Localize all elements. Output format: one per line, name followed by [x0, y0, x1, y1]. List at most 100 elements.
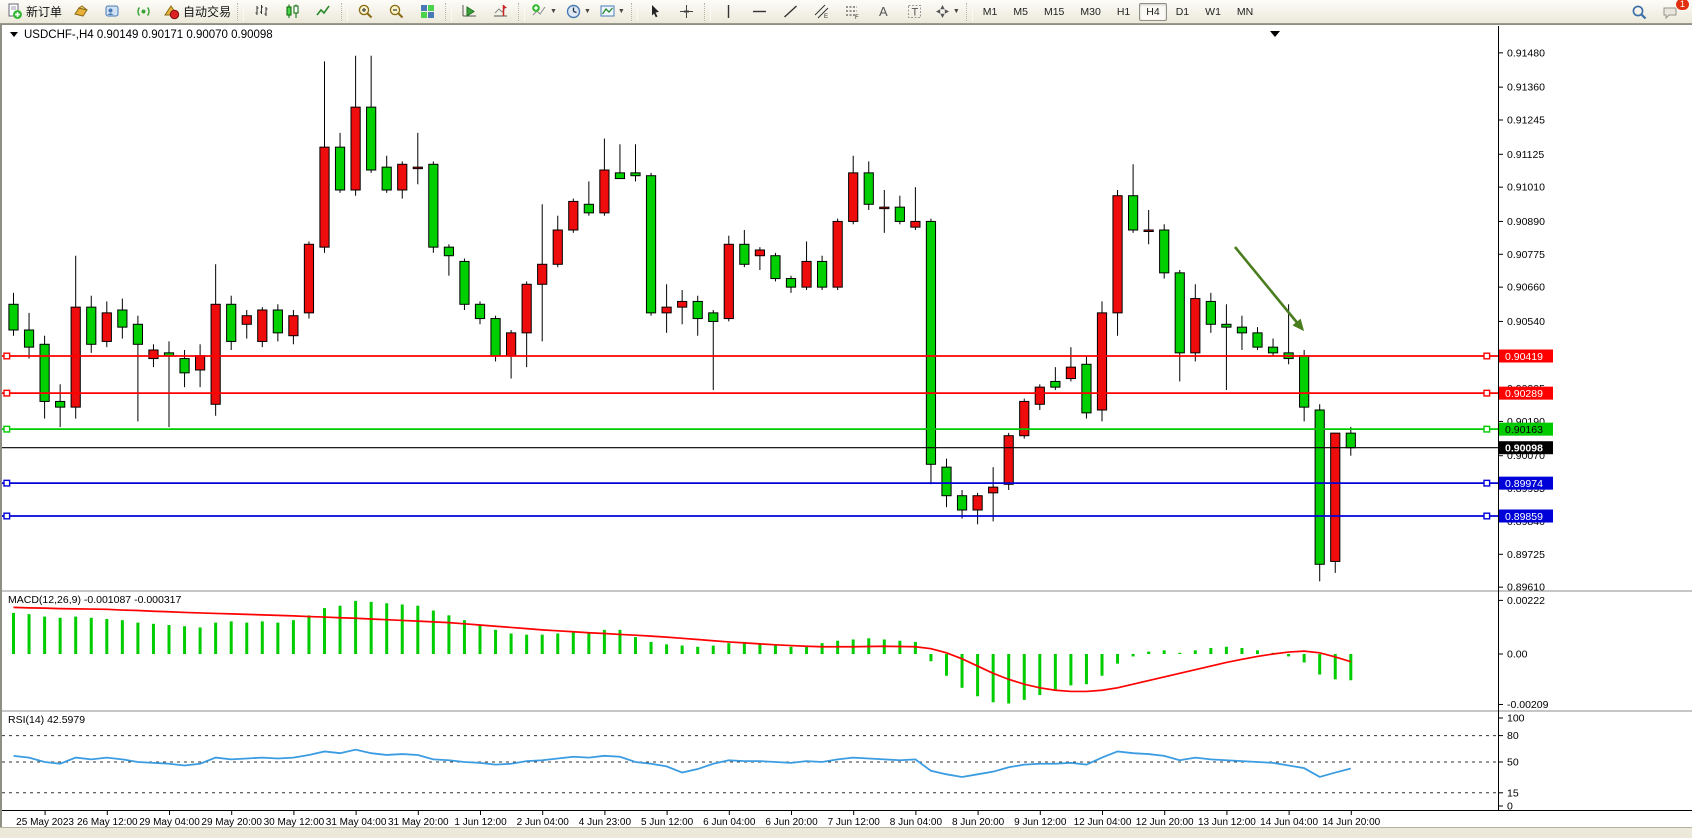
- tile-windows-button[interactable]: [413, 1, 442, 23]
- candle: [724, 236, 733, 322]
- signals-button[interactable]: [129, 1, 158, 23]
- trendline-tool[interactable]: [776, 1, 805, 23]
- zoomin-icon: [357, 3, 374, 20]
- notification-badge: 1: [1675, 0, 1690, 11]
- chart-shift-button[interactable]: [486, 1, 515, 23]
- indicators-button[interactable]: ▼: [528, 1, 560, 23]
- textt-icon: T: [906, 3, 923, 20]
- candle: [833, 219, 842, 290]
- timeframe-w1[interactable]: W1: [1198, 3, 1228, 21]
- line-handle-right[interactable]: [1484, 480, 1490, 486]
- svg-text:0.89974: 0.89974: [1505, 478, 1543, 490]
- line-handle-left[interactable]: [4, 353, 10, 359]
- new-order-button[interactable]: 新订单: [3, 1, 65, 23]
- text-label-tool[interactable]: T: [900, 1, 929, 23]
- market-icon: [104, 3, 121, 20]
- candle: [1315, 404, 1324, 581]
- search-button[interactable]: [1625, 1, 1654, 23]
- shift-icon: [492, 3, 509, 20]
- candle: [1082, 356, 1091, 419]
- arrows-icon: [934, 3, 951, 20]
- svg-text:F: F: [855, 15, 859, 20]
- zoom-out-button[interactable]: [382, 1, 411, 23]
- fibonacci-tool[interactable]: F: [838, 1, 867, 23]
- timeframe-mn[interactable]: MN: [1230, 3, 1260, 21]
- svg-text:0.90098: 0.90098: [1505, 443, 1543, 455]
- line-handle-right[interactable]: [1484, 513, 1490, 519]
- vertical-line-tool[interactable]: [714, 1, 743, 23]
- templates-button[interactable]: ▼: [596, 1, 628, 23]
- line-chart-button[interactable]: [309, 1, 338, 23]
- candle: [491, 316, 500, 362]
- chart-window: 0.914800.913600.912450.911250.910100.908…: [0, 24, 1692, 838]
- candle: [227, 296, 236, 350]
- auto-trading-button[interactable]: 自动交易: [160, 1, 234, 23]
- toolbar-separator: [237, 3, 244, 21]
- price-tick-label: 0.90540: [1507, 316, 1545, 328]
- support-line-blue-2-tag: 0.89859: [1499, 510, 1553, 523]
- bar-chart-button[interactable]: [247, 1, 276, 23]
- price-tick-label: 0.90890: [1507, 216, 1545, 228]
- zoomout-icon: [388, 3, 405, 20]
- notifications-button[interactable]: 1: [1656, 1, 1685, 23]
- line-handle-left[interactable]: [4, 390, 10, 396]
- macd-axis-label: 0.00222: [1507, 595, 1545, 607]
- autoscroll-icon: [461, 3, 478, 20]
- timeframe-m30[interactable]: M30: [1073, 3, 1107, 21]
- periods-button[interactable]: ▼: [562, 1, 594, 23]
- candlestick-chart-button[interactable]: [278, 1, 307, 23]
- cursor-icon: [647, 3, 664, 20]
- line-handle-right[interactable]: [1484, 390, 1490, 396]
- crosshair-tool-button[interactable]: [672, 1, 701, 23]
- candle: [258, 307, 267, 347]
- timeframe-m1[interactable]: M1: [976, 3, 1005, 21]
- line-handle-right[interactable]: [1484, 353, 1490, 359]
- price-tick-label: 0.91010: [1507, 182, 1545, 194]
- arrows-tool[interactable]: ▼: [931, 1, 963, 23]
- candle: [1160, 224, 1169, 278]
- timeframe-m15[interactable]: M15: [1037, 3, 1071, 21]
- template-icon: [599, 3, 616, 20]
- svg-text:0.90419: 0.90419: [1505, 351, 1543, 363]
- svg-text:T: T: [911, 7, 918, 19]
- rsi-axis-label: 80: [1507, 730, 1519, 742]
- candle: [460, 259, 469, 310]
- line-handle-right[interactable]: [1484, 426, 1490, 432]
- text-tool[interactable]: A: [869, 1, 898, 23]
- auto-scroll-button[interactable]: [455, 1, 484, 23]
- equidistant-channel-tool[interactable]: E: [807, 1, 836, 23]
- candle: [926, 219, 935, 485]
- timeframe-m5[interactable]: M5: [1006, 3, 1035, 21]
- candle: [1020, 399, 1029, 439]
- rsi-axis-label: 50: [1507, 757, 1519, 769]
- resistance-line-2-tag: 0.90289: [1499, 387, 1553, 400]
- rsi-axis-label: 100: [1507, 713, 1525, 725]
- channel-icon: E: [813, 3, 830, 20]
- horizontal-line-tool[interactable]: [745, 1, 774, 23]
- timeframe-h4[interactable]: H4: [1139, 3, 1166, 21]
- line-handle-left[interactable]: [4, 513, 10, 519]
- clock-icon: [565, 3, 582, 20]
- resistance-line-1-tag: 0.90419: [1499, 350, 1553, 363]
- price-tick-label: 0.89610: [1507, 582, 1545, 594]
- market-watch-button[interactable]: [98, 1, 127, 23]
- zoom-in-button[interactable]: [351, 1, 380, 23]
- toolbar-separator: [631, 3, 638, 21]
- dropdown-arrow-icon: ▼: [584, 8, 591, 15]
- chart-canvas[interactable]: 0.914800.913600.912450.911250.910100.908…: [2, 24, 1692, 838]
- candle: [1331, 433, 1340, 573]
- candles-icon: [284, 3, 301, 20]
- macd-axis-label: 0.00: [1507, 649, 1528, 661]
- line-handle-left[interactable]: [4, 426, 10, 432]
- line-handle-left[interactable]: [4, 480, 10, 486]
- svg-text:USDCHF-,H4 0.90149 0.90171 0.: USDCHF-,H4 0.90149 0.90171 0.90070 0.900…: [24, 29, 273, 41]
- bars-icon: [253, 3, 270, 20]
- svg-text:MACD(12,26,9) -0.001087 -0.000: MACD(12,26,9) -0.001087 -0.000317: [8, 594, 182, 606]
- dropdown-arrow-icon: ▼: [953, 8, 960, 15]
- gold-chart-button[interactable]: [67, 1, 96, 23]
- indicators-icon: [531, 3, 548, 20]
- timeframe-d1[interactable]: D1: [1169, 3, 1196, 21]
- svg-text:RSI(14) 42.5979: RSI(14) 42.5979: [8, 714, 85, 726]
- timeframe-h1[interactable]: H1: [1110, 3, 1137, 21]
- cursor-tool-button[interactable]: [641, 1, 670, 23]
